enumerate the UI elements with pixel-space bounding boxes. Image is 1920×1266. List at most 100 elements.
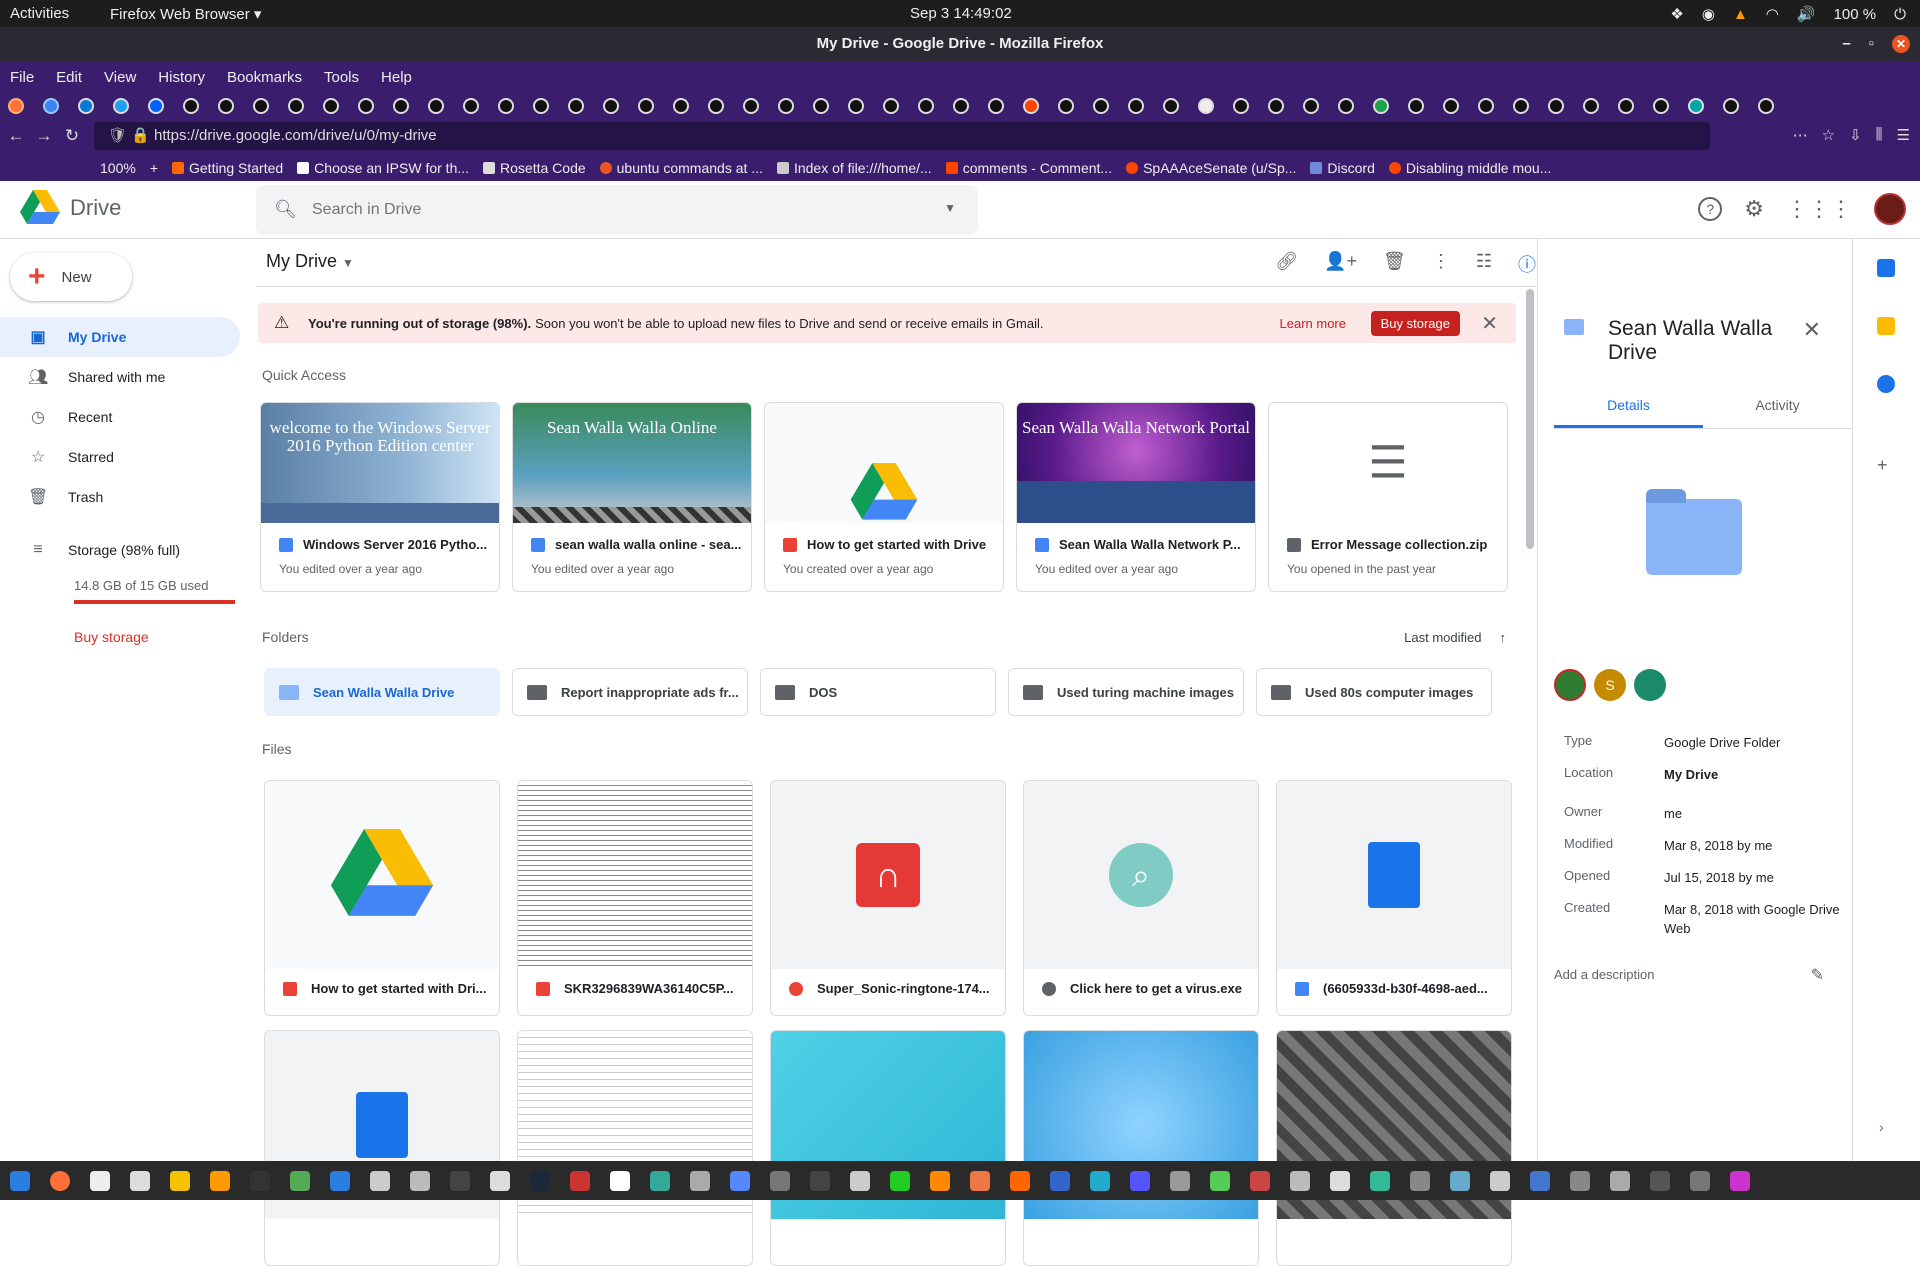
app-icon[interactable] (290, 1170, 310, 1191)
app-icon[interactable] (970, 1170, 990, 1191)
tab-github-icon[interactable] (1233, 98, 1249, 114)
system-tray[interactable]: ❖ ◉ ▲ ◠ 🔊 100 % ⏻ (1670, 5, 1906, 24)
nav-recent[interactable]: ◷ Recent (0, 397, 240, 437)
bookmark-rosetta-code[interactable]: Rosetta Code (483, 160, 586, 176)
app-icon[interactable] (1050, 1170, 1070, 1191)
app-icon[interactable] (570, 1170, 590, 1191)
bookmark-getting-started[interactable]: Getting Started (172, 160, 283, 176)
get-link-icon[interactable]: 🔗︎ (1275, 251, 1298, 277)
folder-item[interactable]: Used turing machine images (1008, 668, 1244, 716)
reload-button[interactable]: ↻ (60, 126, 84, 146)
firefox-tab-icon[interactable] (8, 98, 24, 114)
add-description-field[interactable]: Add a description ✎ (1554, 965, 1824, 985)
file-card[interactable]: How to get started with Dri... (264, 780, 500, 1016)
menu-view[interactable]: View (104, 69, 136, 86)
file-card[interactable] (517, 1030, 753, 1266)
app-icon[interactable] (1530, 1170, 1550, 1191)
bookmark-disabling-middle-mouse[interactable]: Disabling middle mou... (1388, 160, 1551, 176)
tab-activity[interactable]: Activity (1703, 389, 1852, 428)
file-card[interactable] (1276, 1030, 1512, 1266)
nav-shared-with-me[interactable]: 👥︎ Shared with me (0, 357, 240, 397)
url-bar[interactable]: 🛡 🔒 https://drive.google.com/drive/u/0/m… (94, 122, 1710, 150)
apps-grid-icon[interactable]: ⋮⋮⋮ (1786, 196, 1852, 222)
discord-icon[interactable]: ◉ (1702, 5, 1715, 23)
tab-github-icon[interactable] (393, 98, 409, 114)
tab-github-icon[interactable] (1723, 98, 1739, 114)
tab-github-icon[interactable] (988, 98, 1004, 114)
quick-access-card[interactable]: Sean Walla Walla Network Portal Sean Wal… (1016, 402, 1256, 592)
tab-drive-active[interactable] (43, 98, 59, 114)
app-icon[interactable] (690, 1170, 710, 1191)
terminal-icon[interactable] (250, 1170, 270, 1191)
app-icon[interactable] (890, 1170, 910, 1191)
avatar[interactable]: S (1594, 669, 1626, 701)
tab-github-icon[interactable] (1338, 98, 1354, 114)
tab-github-icon[interactable] (1758, 98, 1774, 114)
tab-icon[interactable] (113, 98, 129, 114)
tab-github-icon[interactable] (1443, 98, 1459, 114)
calendar-icon[interactable] (1877, 259, 1895, 277)
tab-github-icon[interactable] (1408, 98, 1424, 114)
tab-github-icon[interactable] (603, 98, 619, 114)
sort-direction-arrow-icon[interactable]: ↑ (1500, 630, 1507, 645)
file-card[interactable]: ∩ Super_Sonic-ringtone-174... (770, 780, 1006, 1016)
tab-wikipedia-icon[interactable] (1198, 98, 1214, 114)
search-options-dropdown-icon[interactable]: ▼ (944, 201, 956, 215)
tab-icon[interactable] (1373, 98, 1389, 114)
quick-access-card[interactable]: welcome to the Windows Server 2016 Pytho… (260, 402, 500, 592)
my-drive-dropdown[interactable]: My Drive ▼ (266, 251, 354, 272)
menu-bookmarks[interactable]: Bookmarks (227, 69, 302, 86)
menu-history[interactable]: History (158, 69, 205, 86)
tab-github-icon[interactable] (183, 98, 199, 114)
minimize-button[interactable]: – (1842, 27, 1850, 61)
downloads-icon[interactable]: ⇩ (1849, 126, 1862, 144)
tab-github-icon[interactable] (253, 98, 269, 114)
tab-github-icon[interactable] (708, 98, 724, 114)
maximize-button[interactable]: ▫ (1869, 27, 1874, 61)
tab-github-icon[interactable] (918, 98, 934, 114)
app-icon[interactable] (730, 1170, 750, 1191)
tab-dropbox-icon[interactable] (148, 98, 164, 114)
tab-github-icon[interactable] (463, 98, 479, 114)
folder-item[interactable]: Used 80s computer images (1256, 668, 1492, 716)
library-icon[interactable]: ⫼ (1876, 126, 1883, 144)
folder-item[interactable]: Report inappropriate ads fr... (512, 668, 748, 716)
app-icon[interactable] (930, 1170, 950, 1191)
drive-logo[interactable]: Drive (20, 190, 121, 226)
close-window-button[interactable]: ✕ (1892, 35, 1910, 53)
app-icon[interactable] (650, 1170, 670, 1191)
app-icon[interactable] (770, 1170, 790, 1191)
tab-github-icon[interactable] (848, 98, 864, 114)
quick-access-card[interactable]: How to get started with Drive You create… (764, 402, 1004, 592)
tab-github-icon[interactable] (1303, 98, 1319, 114)
clock[interactable]: Sep 3 14:49:02 (910, 5, 1012, 22)
menu-help[interactable]: Help (381, 69, 412, 86)
pencil-icon[interactable]: ✎ (1811, 965, 1824, 985)
forward-button[interactable]: → (32, 126, 56, 146)
search-input[interactable] (312, 197, 872, 223)
app-icon[interactable] (610, 1170, 630, 1191)
app-icon[interactable] (1450, 1170, 1470, 1191)
quick-access-card[interactable]: ☰ Error Message collection.zip You opene… (1268, 402, 1508, 592)
nav-trash[interactable]: 🗑︎ Trash (0, 477, 240, 517)
tab-github-icon[interactable] (568, 98, 584, 114)
app-icon[interactable] (810, 1170, 830, 1191)
tab-github-icon[interactable] (1058, 98, 1074, 114)
app-icon[interactable] (1290, 1170, 1310, 1191)
tab-onedrive-icon[interactable] (78, 98, 94, 114)
app-icon[interactable] (1010, 1170, 1030, 1191)
app-icon[interactable] (170, 1170, 190, 1191)
tasks-icon[interactable] (1877, 375, 1895, 393)
text-editor-icon[interactable] (90, 1170, 110, 1191)
account-avatar[interactable] (1874, 193, 1906, 225)
file-card[interactable]: SKR3296839WA36140C5P... (517, 780, 753, 1016)
bookmark-star-icon[interactable]: ☆ (1822, 126, 1835, 144)
lock-icon[interactable]: 🛡 🔒 (108, 122, 150, 150)
bookmark-index-of-file[interactable]: Index of file:///home/... (776, 160, 932, 176)
app-menu[interactable]: Firefox Web Browser ▾ (110, 5, 261, 23)
zoom-in-button[interactable]: + (150, 160, 158, 176)
search-icon[interactable]: 🔍︎ (274, 199, 297, 220)
power-menu-icon[interactable]: ⏻ (1894, 6, 1906, 23)
buy-storage-button[interactable]: Buy storage (1370, 311, 1460, 336)
collapse-panel-icon[interactable]: › (1879, 1119, 1884, 1135)
